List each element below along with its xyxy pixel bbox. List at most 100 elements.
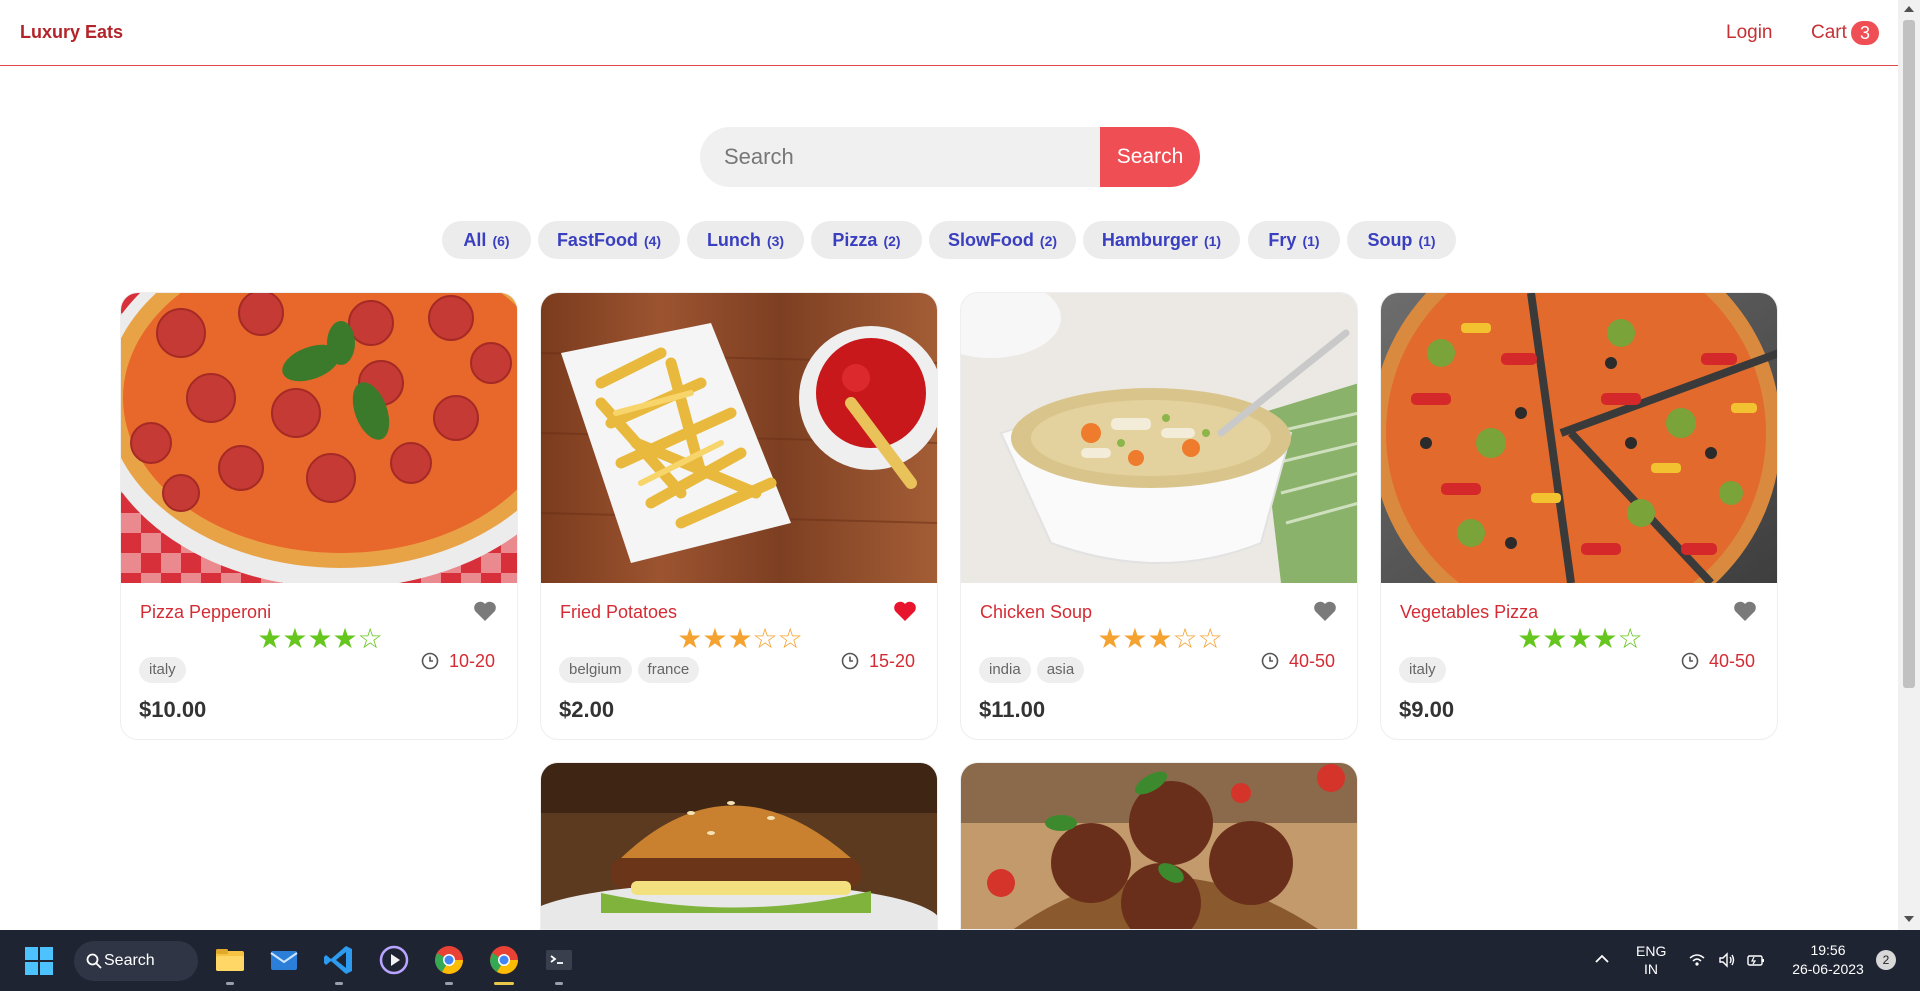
- favorite-heart-icon[interactable]: [1733, 600, 1757, 622]
- login-link[interactable]: Login: [1726, 22, 1773, 44]
- mail-icon[interactable]: [267, 943, 301, 977]
- cook-time-value: 40-50: [1288, 650, 1335, 671]
- terminal-indicator: [555, 982, 563, 985]
- wifi-icon[interactable]: [1688, 951, 1706, 969]
- taskbar-search[interactable]: Search: [74, 941, 198, 981]
- food-card-hamburger[interactable]: [540, 762, 938, 930]
- volume-icon[interactable]: [1718, 951, 1736, 969]
- battery-icon[interactable]: [1747, 951, 1765, 969]
- food-name: Chicken Soup: [980, 602, 1093, 622]
- brand-logo[interactable]: Luxury Eats: [20, 22, 123, 43]
- tag-label: Lunch: [706, 230, 761, 250]
- tag-slowfood[interactable]: SlowFood (2): [929, 221, 1076, 259]
- windows-start-icon[interactable]: [24, 946, 54, 976]
- language-indicator[interactable]: ENG IN: [1636, 942, 1666, 978]
- food-card-chicken-soup[interactable]: Chicken Soup ★★★☆☆ india asia 40-50 $11.0…: [960, 292, 1358, 740]
- cook-time: 10-20: [421, 649, 495, 673]
- origin-tag: france: [637, 657, 700, 683]
- tag-count: (6): [492, 233, 510, 249]
- cook-time: 40-50: [1261, 649, 1335, 673]
- language-region: IN: [1644, 961, 1658, 977]
- tag-all[interactable]: All (6): [442, 221, 531, 259]
- tag-count: (1): [1418, 233, 1436, 249]
- tag-label: Hamburger: [1101, 230, 1198, 250]
- food-price: $9.00: [1399, 697, 1455, 722]
- clock-date: 26-06-2023: [1792, 961, 1864, 977]
- origin-tags: belgium france: [559, 657, 705, 683]
- terminal-icon[interactable]: [542, 943, 576, 977]
- food-image-vegetables-pizza: [1381, 293, 1777, 583]
- tag-label: FastFood: [556, 230, 638, 250]
- file-explorer-icon[interactable]: [213, 943, 247, 977]
- food-image-pizza-pepperoni: [121, 293, 517, 583]
- origin-tags: india asia: [979, 657, 1090, 683]
- tag-label: All: [463, 230, 487, 250]
- cook-time: 15-20: [841, 649, 915, 673]
- cook-time-value: 15-20: [868, 650, 915, 671]
- tag-fry[interactable]: Fry (1): [1248, 221, 1340, 259]
- tag-label: SlowFood: [947, 230, 1034, 250]
- tag-count: (1): [1302, 233, 1320, 249]
- food-image-chicken-soup: [961, 293, 1357, 583]
- food-price: $11.00: [979, 697, 1046, 722]
- tag-fastfood[interactable]: FastFood (4): [538, 221, 680, 259]
- food-card-meatballs[interactable]: [960, 762, 1358, 930]
- category-tags: All (6) FastFood (4) Lunch (3) Pizza (2) Slo…: [0, 221, 1898, 261]
- food-card-vegetables-pizza[interactable]: Vegetables Pizza ★★★★☆ italy 40-50 $9.00: [1380, 292, 1778, 740]
- page-scrollbar[interactable]: [1898, 0, 1920, 930]
- origin-tag: india: [979, 657, 1031, 683]
- tag-count: (4): [643, 233, 662, 249]
- tag-label: Fry: [1268, 230, 1297, 250]
- scroll-down-arrow-icon[interactable]: [1904, 916, 1914, 922]
- scroll-up-arrow-icon[interactable]: [1904, 6, 1914, 12]
- vscode-icon[interactable]: [322, 943, 356, 977]
- chevron-up-icon[interactable]: [1595, 954, 1609, 964]
- tag-count: (3): [766, 233, 785, 249]
- food-card-fried-potatoes[interactable]: Fried Potatoes ★★★☆☆ belgium france 15-20…: [540, 292, 938, 740]
- chrome-active-indicator: [494, 982, 514, 985]
- search-input[interactable]: [700, 127, 1102, 187]
- tag-hamburger[interactable]: Hamburger (1): [1083, 221, 1240, 259]
- clock-icon: [421, 652, 439, 670]
- chrome-active-icon[interactable]: [487, 943, 521, 977]
- tag-pizza[interactable]: Pizza (2): [811, 221, 922, 259]
- notification-badge[interactable]: 2: [1876, 950, 1896, 970]
- cook-time-value: 40-50: [1708, 650, 1755, 671]
- tag-soup[interactable]: Soup (1): [1347, 221, 1456, 259]
- clock-icon: [841, 652, 859, 670]
- search-button[interactable]: Search: [1100, 127, 1200, 187]
- language-code: ENG: [1636, 943, 1667, 959]
- food-image-fried-potatoes: [541, 293, 937, 583]
- media-player-icon[interactable]: [377, 943, 411, 977]
- cook-time-value: 10-20: [448, 650, 495, 671]
- clock-icon: [1681, 652, 1699, 670]
- favorite-heart-icon[interactable]: [1313, 600, 1337, 622]
- origin-tag: belgium: [559, 657, 632, 683]
- chrome-icon[interactable]: [432, 943, 466, 977]
- clock-icon: [1261, 652, 1279, 670]
- cart-link[interactable]: Cart: [1811, 22, 1847, 44]
- origin-tag: asia: [1036, 657, 1085, 683]
- clock-time: 19:56: [1810, 942, 1846, 958]
- top-navbar: Luxury Eats Login Cart 3: [0, 0, 1898, 66]
- clock-datetime[interactable]: 19:56 26-06-2023: [1788, 941, 1868, 979]
- food-name: Pizza Pepperoni: [140, 602, 272, 622]
- cook-time: 40-50: [1681, 649, 1755, 673]
- vscode-indicator: [335, 982, 343, 985]
- cart-count-badge[interactable]: 3: [1851, 21, 1879, 45]
- tag-label: Pizza: [832, 230, 878, 250]
- origin-tags: italy: [139, 657, 192, 683]
- favorite-heart-icon[interactable]: [893, 600, 917, 622]
- food-card-pizza-pepperoni[interactable]: Pizza Pepperoni ★★★★☆ italy 10-20 $10.00: [120, 292, 518, 740]
- file-explorer-indicator: [226, 982, 234, 985]
- origin-tags: italy: [1399, 657, 1452, 683]
- food-name: Fried Potatoes: [560, 602, 678, 622]
- food-image-hamburger: [541, 763, 937, 929]
- tag-count: (2): [1039, 233, 1058, 249]
- tag-count: (2): [883, 233, 901, 249]
- scroll-thumb[interactable]: [1903, 20, 1915, 688]
- taskbar-search-label: Search: [104, 952, 155, 969]
- food-image-meatballs: [961, 763, 1357, 929]
- favorite-heart-icon[interactable]: [473, 600, 497, 622]
- tag-lunch[interactable]: Lunch (3): [687, 221, 804, 259]
